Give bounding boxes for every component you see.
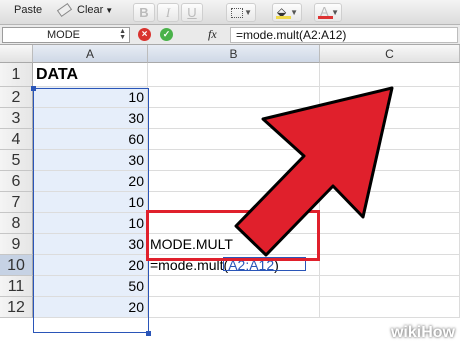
paste-button[interactable]: Paste: [14, 4, 42, 16]
cell-a[interactable]: 30: [33, 108, 148, 129]
cell-c[interactable]: [320, 87, 460, 108]
cell-c[interactable]: [320, 129, 460, 150]
watermark-wiki: wiki: [390, 324, 422, 341]
underline-button[interactable]: U: [181, 3, 203, 22]
borders-icon: [231, 8, 243, 18]
fill-color-button[interactable]: ⬙ ▼: [272, 3, 302, 22]
row-header[interactable]: 8: [0, 213, 33, 234]
cell-b[interactable]: [148, 87, 320, 108]
cell-c[interactable]: [320, 171, 460, 192]
name-box[interactable]: MODE ▲ ▼: [2, 27, 130, 43]
row-header[interactable]: 6: [0, 171, 33, 192]
clear-button[interactable]: Clear ▼: [56, 3, 114, 18]
cell-a[interactable]: 60: [33, 129, 148, 150]
cell-c[interactable]: [320, 234, 460, 255]
bold-button[interactable]: B: [133, 3, 155, 22]
cell-b[interactable]: [148, 192, 320, 213]
chevron-down-icon: ▼: [290, 8, 298, 17]
selection-handle[interactable]: [146, 331, 151, 336]
cell-c[interactable]: [320, 192, 460, 213]
fill-color-swatch: [276, 16, 291, 19]
row-header[interactable]: 7: [0, 192, 33, 213]
borders-button[interactable]: ▼: [226, 3, 256, 22]
chevron-down-icon: ▼: [105, 6, 114, 15]
formula-text: ): [274, 257, 279, 273]
clear-label: Clear: [77, 4, 104, 16]
cell-a[interactable]: DATA: [33, 63, 148, 87]
row-header[interactable]: 12: [0, 297, 33, 318]
cell-b[interactable]: [148, 108, 320, 129]
spreadsheet-grid: A B C 1 DATA 2 10 3 30 4 60 5 30 6 20 7 10 8 10 9 30 MODE.…: [0, 45, 460, 345]
fx-icon[interactable]: fx: [208, 27, 217, 42]
chevron-down-icon: ▼: [331, 8, 339, 17]
cell-c[interactable]: [320, 297, 460, 318]
column-header-a[interactable]: A: [33, 45, 148, 63]
cell-c[interactable]: [320, 213, 460, 234]
cell-b[interactable]: [148, 213, 320, 234]
watermark: wikiHow: [391, 324, 455, 342]
cell-b[interactable]: [148, 276, 320, 297]
row-header[interactable]: 11: [0, 276, 33, 297]
cancel-icon[interactable]: ×: [138, 28, 151, 41]
cell-a[interactable]: 20: [33, 171, 148, 192]
cell-a[interactable]: 20: [33, 297, 148, 318]
cell-c[interactable]: [320, 255, 460, 276]
cell-b[interactable]: [148, 63, 320, 87]
column-header-c[interactable]: C: [320, 45, 460, 63]
cell-a[interactable]: 50: [33, 276, 148, 297]
cell-a[interactable]: 10: [33, 213, 148, 234]
stepper-icon[interactable]: ▲ ▼: [119, 28, 126, 41]
cell-b[interactable]: [148, 150, 320, 171]
confirm-icon[interactable]: ✓: [160, 28, 173, 41]
eraser-icon: [56, 3, 73, 18]
row-header[interactable]: 9: [0, 234, 33, 255]
cell-a[interactable]: 20: [33, 255, 148, 276]
cell-c[interactable]: [320, 108, 460, 129]
cell-b[interactable]: [148, 297, 320, 318]
range-reference: A2:A12: [228, 257, 275, 273]
cell-a[interactable]: 10: [33, 192, 148, 213]
row-header[interactable]: 5: [0, 150, 33, 171]
cell-a[interactable]: 10: [33, 87, 148, 108]
selection-handle[interactable]: [31, 86, 36, 91]
cell-b[interactable]: [148, 129, 320, 150]
formula-bar: MODE ▲ ▼ × ✓ fx =mode.mult(A2:A12): [0, 25, 460, 45]
cell-b[interactable]: MODE.MULT: [148, 234, 320, 255]
row-header[interactable]: 4: [0, 129, 33, 150]
chevron-down-icon: ▼: [244, 8, 252, 17]
row-header[interactable]: 3: [0, 108, 33, 129]
formula-input[interactable]: =mode.mult(A2:A12): [230, 27, 458, 43]
ribbon-toolbar: Paste Clear ▼ B I U ▼ ⬙ ▼ A ▼: [0, 0, 460, 25]
formula-text: =mode.mult(: [150, 257, 229, 273]
row-header[interactable]: 10: [0, 255, 33, 276]
row-header[interactable]: 1: [0, 63, 33, 87]
row-header[interactable]: 2: [0, 87, 33, 108]
cell-c[interactable]: [320, 150, 460, 171]
cell-c[interactable]: [320, 276, 460, 297]
cell-b[interactable]: [148, 171, 320, 192]
cell-a[interactable]: 30: [33, 150, 148, 171]
cell-a[interactable]: 30: [33, 234, 148, 255]
column-header-b[interactable]: B: [148, 45, 320, 63]
name-box-value: MODE: [47, 29, 80, 41]
cell-c[interactable]: [320, 63, 460, 87]
watermark-how: How: [421, 324, 455, 341]
italic-button[interactable]: I: [157, 3, 179, 22]
select-all-corner[interactable]: [0, 45, 33, 63]
font-color-button[interactable]: A ▼: [314, 3, 342, 22]
cell-b[interactable]: =mode.mult(A2:A12): [148, 255, 320, 276]
